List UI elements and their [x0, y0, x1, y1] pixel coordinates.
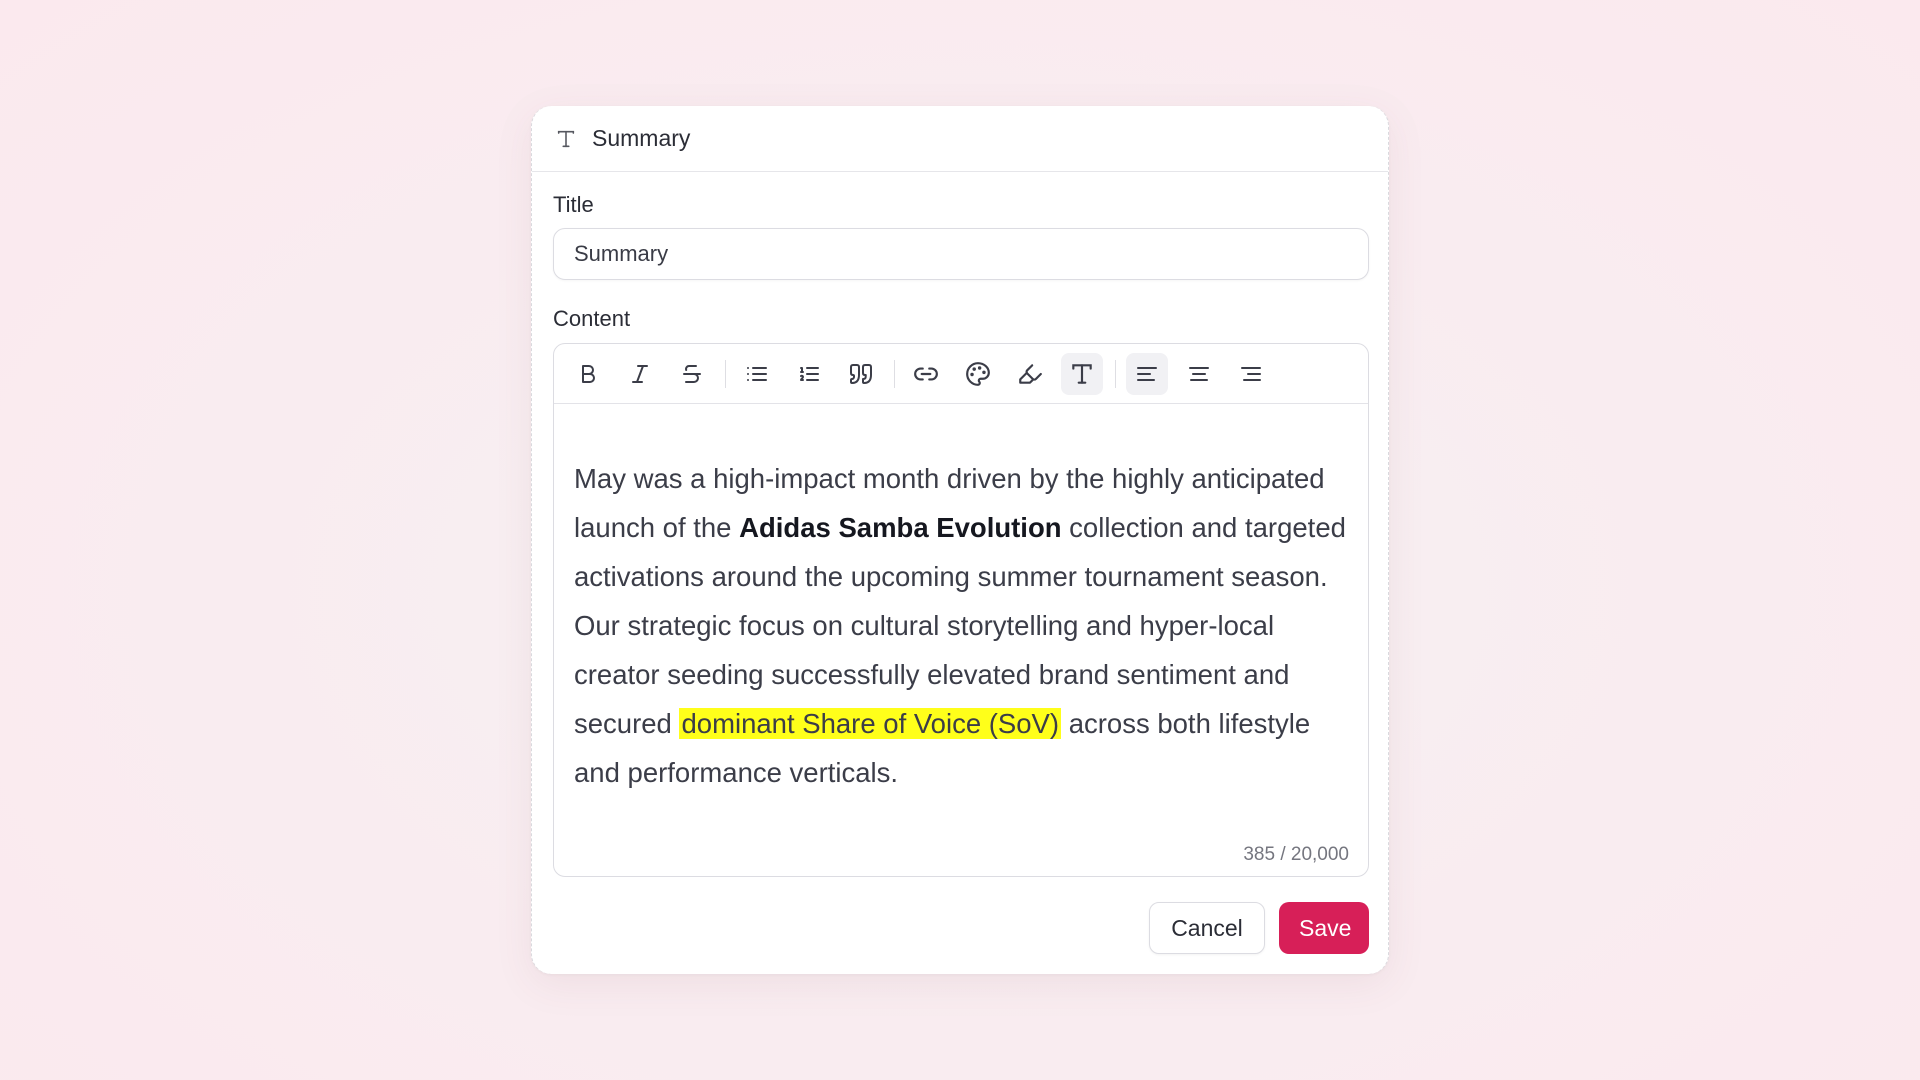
quote-icon — [849, 362, 873, 386]
align-center-button[interactable] — [1178, 353, 1220, 395]
dialog-header: Summary — [532, 106, 1388, 172]
bold-text: Adidas Samba Evolution — [739, 512, 1062, 543]
title-input[interactable] — [553, 228, 1369, 280]
cancel-button[interactable]: Cancel — [1149, 902, 1265, 954]
title-label: Title — [553, 192, 594, 217]
rich-text-editor: May was a high-impact month driven by th… — [553, 343, 1369, 877]
editor-toolbar — [554, 344, 1368, 404]
strikethrough-button[interactable] — [671, 353, 713, 395]
content-label: Content — [553, 306, 631, 331]
highlight-button[interactable] — [1009, 353, 1051, 395]
italic-button[interactable] — [619, 353, 661, 395]
highlighter-icon — [1017, 361, 1043, 387]
toolbar-divider — [894, 359, 895, 388]
bold-icon — [576, 362, 600, 386]
strikethrough-icon — [680, 362, 704, 386]
editor-content[interactable]: May was a high-impact month driven by th… — [574, 454, 1354, 797]
toolbar-divider — [1115, 359, 1116, 388]
bold-button[interactable] — [567, 353, 609, 395]
content-text: collection and targeted activations arou… — [574, 512, 1346, 739]
align-right-button[interactable] — [1230, 353, 1272, 395]
text-color-button[interactable] — [957, 353, 999, 395]
dialog-title: Summary — [592, 125, 691, 151]
highlighted-text: dominant Share of Voice (SoV) — [679, 708, 1062, 739]
toolbar-divider — [725, 359, 726, 388]
dialog-actions: Cancel Save — [1149, 902, 1369, 954]
bullet-list-button[interactable] — [736, 353, 778, 395]
text-type-icon — [554, 127, 578, 151]
align-left-icon — [1135, 362, 1159, 386]
align-center-icon — [1187, 362, 1211, 386]
bullet-list-icon — [745, 362, 769, 386]
ordered-list-icon — [797, 362, 821, 386]
text-type-icon — [1069, 361, 1095, 387]
link-button[interactable] — [905, 353, 947, 395]
link-icon — [913, 361, 939, 387]
text-style-button[interactable] — [1061, 352, 1103, 395]
blockquote-button[interactable] — [840, 353, 882, 395]
save-button[interactable]: Save — [1279, 902, 1369, 954]
edit-summary-dialog: Summary Title Content — [531, 106, 1389, 974]
align-right-icon — [1239, 362, 1263, 386]
ordered-list-button[interactable] — [788, 353, 830, 395]
align-left-button[interactable] — [1126, 352, 1168, 395]
palette-icon — [965, 361, 991, 387]
italic-icon — [628, 362, 652, 386]
character-counter: 385 / 20,000 — [1243, 844, 1349, 865]
